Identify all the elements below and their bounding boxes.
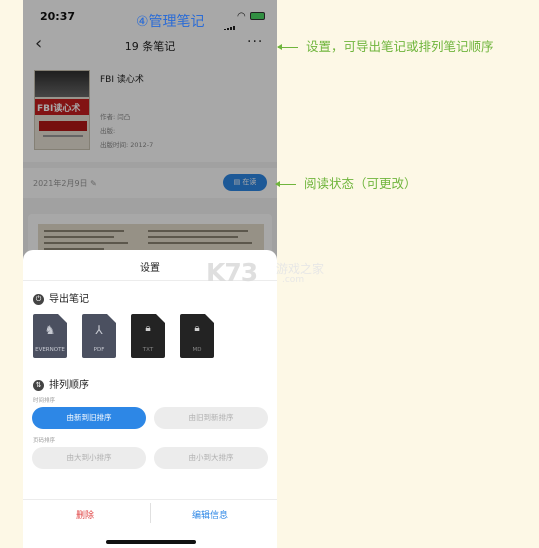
lock-icon: 🔒︎ xyxy=(145,323,151,334)
lock-icon: 🔒︎ xyxy=(194,323,200,334)
time-sort-label: 时间排序 xyxy=(33,398,56,404)
sort-old-to-new-button[interactable]: 由旧到新排序 xyxy=(154,407,268,429)
export-section-title: ⏻ 导出笔记 xyxy=(33,290,89,305)
export-icon: ⏻ xyxy=(33,293,44,305)
export-evernote-button[interactable]: ♞ EVERNOTE xyxy=(33,314,67,358)
sort-icon: ⇅ xyxy=(33,379,44,391)
watermark-domain: .com xyxy=(282,275,305,285)
settings-sheet: 设置 ⏻ 导出笔记 ♞ EVERNOTE ⅄ PDF 🔒︎ TXT 🔒︎ MD … xyxy=(23,250,277,548)
sort-large-to-small-button[interactable]: 由大到小排序 xyxy=(32,447,146,469)
export-txt-button[interactable]: 🔒︎ TXT xyxy=(131,314,165,358)
home-indicator xyxy=(106,540,196,544)
pdf-icon: ⅄ xyxy=(95,323,103,337)
sort-new-to-old-button[interactable]: 由新到旧排序 xyxy=(32,407,146,429)
edit-info-button[interactable]: 编辑信息 xyxy=(192,508,228,521)
export-md-button[interactable]: 🔒︎ MD xyxy=(180,314,214,358)
step-caption: ④管理笔记 xyxy=(136,14,205,30)
export-pdf-button[interactable]: ⅄ PDF xyxy=(82,314,116,358)
page-sort-label: 页码排序 xyxy=(33,438,56,444)
status-annotation: 阅读状态（可更改） xyxy=(275,173,417,192)
sort-section-title: ⇅ 排列顺序 xyxy=(33,376,89,391)
sort-small-to-large-button[interactable]: 由小到大排序 xyxy=(154,447,268,469)
delete-button[interactable]: 删除 xyxy=(76,508,94,521)
arrow-left-icon xyxy=(277,44,298,50)
evernote-icon: ♞ xyxy=(44,323,56,337)
settings-annotation: 设置，可导出笔记或排列笔记顺序 xyxy=(277,36,494,55)
watermark-logo: K73 xyxy=(206,258,258,287)
watermark: K73 游戏之家 .com xyxy=(206,258,324,287)
arrow-left-icon xyxy=(275,181,296,187)
